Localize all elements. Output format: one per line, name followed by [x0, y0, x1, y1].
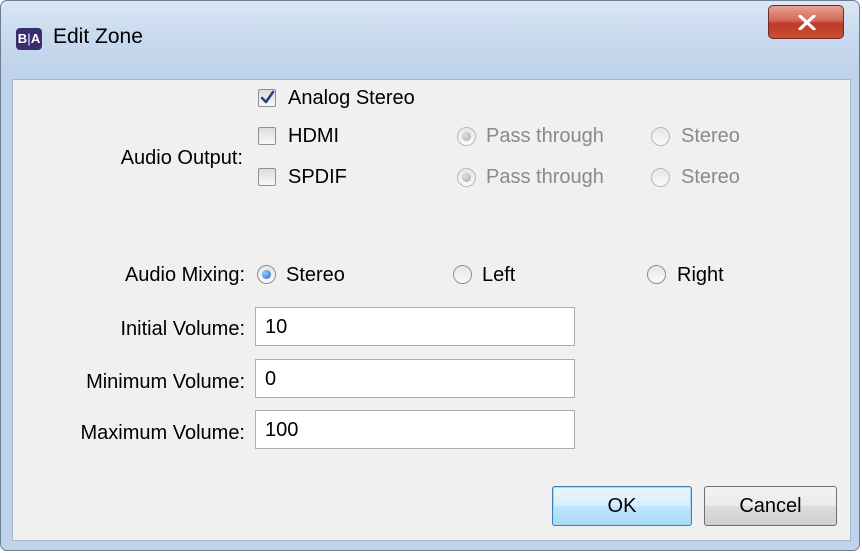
dialog-body: Audio Output: Analog Stereo HDMI Pass th…: [12, 79, 851, 541]
maximum-volume-label: Maximum Volume:: [80, 422, 246, 444]
audio-mixing-label: Audio Mixing:: [124, 264, 245, 286]
analog-stereo-label[interactable]: Analog Stereo: [288, 87, 415, 110]
hdmi-stereo-radio[interactable]: [651, 127, 670, 146]
minimum-volume-input[interactable]: 0: [255, 359, 575, 398]
checkmark-icon: [260, 90, 275, 104]
app-icon: B|A: [16, 28, 42, 50]
close-x-icon: [798, 15, 816, 30]
hdmi-stereo-label[interactable]: Stereo: [681, 125, 740, 148]
radio-selected-dot: [462, 132, 471, 141]
mixing-stereo-label[interactable]: Stereo: [286, 264, 345, 287]
spdif-pass-through-label[interactable]: Pass through: [486, 166, 604, 189]
mixing-right-label[interactable]: Right: [677, 264, 724, 287]
minimum-volume-label: Minimum Volume:: [86, 371, 245, 393]
spdif-stereo-label[interactable]: Stereo: [681, 166, 740, 189]
title-bar[interactable]: B|A Edit Zone: [1, 1, 859, 79]
app-icon-letter-a: A: [30, 31, 41, 46]
hdmi-label[interactable]: HDMI: [288, 125, 339, 148]
analog-stereo-checkbox[interactable]: [258, 89, 276, 107]
spdif-stereo-radio[interactable]: [651, 168, 670, 187]
maximum-volume-input[interactable]: 100: [255, 410, 575, 449]
app-icon-letter-b: B: [17, 31, 28, 46]
radio-selected-dot: [262, 270, 271, 279]
mixing-left-radio[interactable]: [453, 265, 472, 284]
initial-volume-input[interactable]: 10: [255, 307, 575, 346]
spdif-pass-through-radio[interactable]: [457, 168, 476, 187]
audio-output-label: Audio Output:: [120, 147, 243, 169]
hdmi-pass-through-radio[interactable]: [457, 127, 476, 146]
mixing-left-label[interactable]: Left: [482, 264, 515, 287]
hdmi-checkbox[interactable]: [258, 127, 276, 145]
mixing-stereo-radio[interactable]: [257, 265, 276, 284]
mixing-right-radio[interactable]: [647, 265, 666, 284]
radio-selected-dot: [462, 173, 471, 182]
spdif-label[interactable]: SPDIF: [288, 166, 347, 189]
spdif-checkbox[interactable]: [258, 168, 276, 186]
hdmi-pass-through-label[interactable]: Pass through: [486, 125, 604, 148]
close-button[interactable]: [768, 5, 844, 39]
window-title: Edit Zone: [53, 25, 143, 48]
initial-volume-label: Initial Volume:: [120, 318, 245, 340]
ok-button[interactable]: OK: [552, 486, 692, 526]
cancel-button[interactable]: Cancel: [704, 486, 837, 526]
edit-zone-dialog: B|A Edit Zone Audio Output: Analog Stere…: [0, 0, 860, 551]
